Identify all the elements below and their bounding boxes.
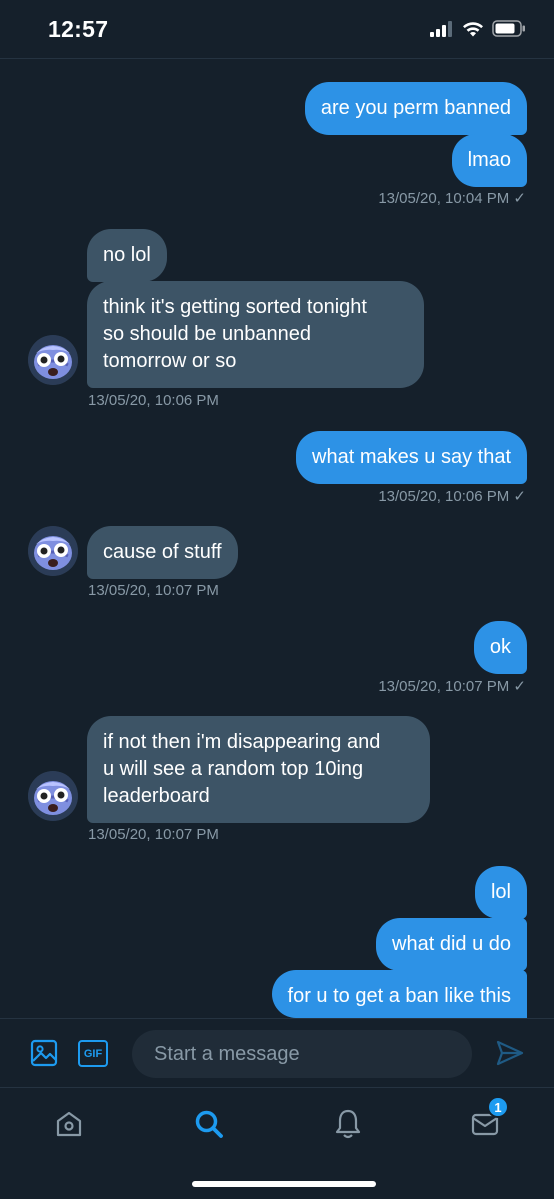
tab-search[interactable]: [189, 1104, 229, 1144]
message-text: what makes u say that: [312, 446, 511, 468]
message-bubble-incoming[interactable]: cause of stuff: [87, 526, 238, 579]
message-bubble-outgoing[interactable]: are you perm banned: [304, 82, 527, 135]
message-timestamp: 13/05/20, 10:07 PM ✓: [378, 678, 526, 695]
avatar-image: [28, 335, 78, 385]
message-text: cause of stuff: [103, 541, 222, 563]
wifi-icon: [463, 21, 483, 36]
message-text-line: if not then i'm disappearing and: [103, 731, 381, 753]
gif-label: GIF: [83, 1047, 103, 1060]
message-timestamp: 13/05/20, 10:04 PM ✓: [378, 190, 526, 207]
message-text: for u to get a ban like this: [287, 985, 511, 1007]
battery-icon: [492, 20, 525, 37]
avatar[interactable]: [28, 526, 78, 576]
send-icon[interactable]: [496, 1039, 524, 1072]
message-bubble-incoming[interactable]: no lol: [87, 229, 167, 282]
message-text: lol: [490, 881, 511, 903]
message-text-line: u will see a random top 10ing: [103, 758, 364, 780]
message-bubble-outgoing[interactable]: what makes u say that: [296, 431, 527, 484]
home-icon: [56, 1111, 82, 1137]
message-bubble-outgoing[interactable]: ok: [473, 621, 527, 674]
avatar-image: [28, 771, 78, 821]
message-composer: GIF: [0, 1019, 554, 1087]
message-bubble-outgoing[interactable]: for u to get a ban like this: [271, 970, 527, 1018]
message-text: lmao: [467, 149, 511, 171]
unread-badge: 1: [487, 1096, 509, 1118]
message-bubble-outgoing[interactable]: what did u do: [376, 918, 527, 971]
message-bubble-outgoing[interactable]: lmao: [451, 134, 527, 187]
bell-icon: [335, 1109, 361, 1139]
message-timestamp: 13/05/20, 10:06 PM: [88, 392, 219, 409]
message-timestamp: 13/05/20, 10:07 PM: [88, 826, 219, 843]
tab-notifications[interactable]: [328, 1104, 368, 1144]
message-bubble-outgoing[interactable]: lol: [474, 866, 527, 919]
status-icons: [430, 20, 526, 37]
message-text: no lol: [103, 244, 151, 266]
message-text: what did u do: [392, 933, 511, 955]
home-indicator[interactable]: [192, 1181, 376, 1187]
message-text-line: think it's getting sorted tonight: [103, 296, 367, 318]
message-bubble-incoming[interactable]: if not then i'm disappearing and u will …: [87, 716, 430, 823]
message-input[interactable]: [132, 1030, 472, 1078]
tab-messages[interactable]: 1: [465, 1096, 509, 1144]
message-timestamp: 13/05/20, 10:06 PM ✓: [378, 488, 526, 505]
status-time: 12:57: [48, 16, 109, 42]
avatar-image: [28, 526, 78, 576]
header-divider: [0, 58, 554, 59]
gif-button[interactable]: GIF: [78, 1040, 108, 1067]
message-text-line: leaderboard: [103, 785, 210, 807]
message-text-line: tomorrow or so: [103, 350, 237, 372]
status-bar: 12:57: [0, 0, 554, 60]
cellular-signal-icon: [430, 20, 452, 37]
message-text-line: so should be unbanned: [103, 323, 311, 345]
image-icon[interactable]: [30, 1039, 58, 1072]
search-icon: [195, 1110, 223, 1138]
avatar[interactable]: [28, 771, 78, 821]
tab-home[interactable]: [49, 1104, 89, 1144]
message-timestamp: 13/05/20, 10:07 PM: [88, 582, 219, 599]
avatar[interactable]: [28, 335, 78, 385]
message-text: are you perm banned: [320, 97, 511, 119]
message-bubble-incoming[interactable]: think it's getting sorted tonight so sho…: [87, 281, 424, 388]
message-text: ok: [489, 636, 511, 658]
